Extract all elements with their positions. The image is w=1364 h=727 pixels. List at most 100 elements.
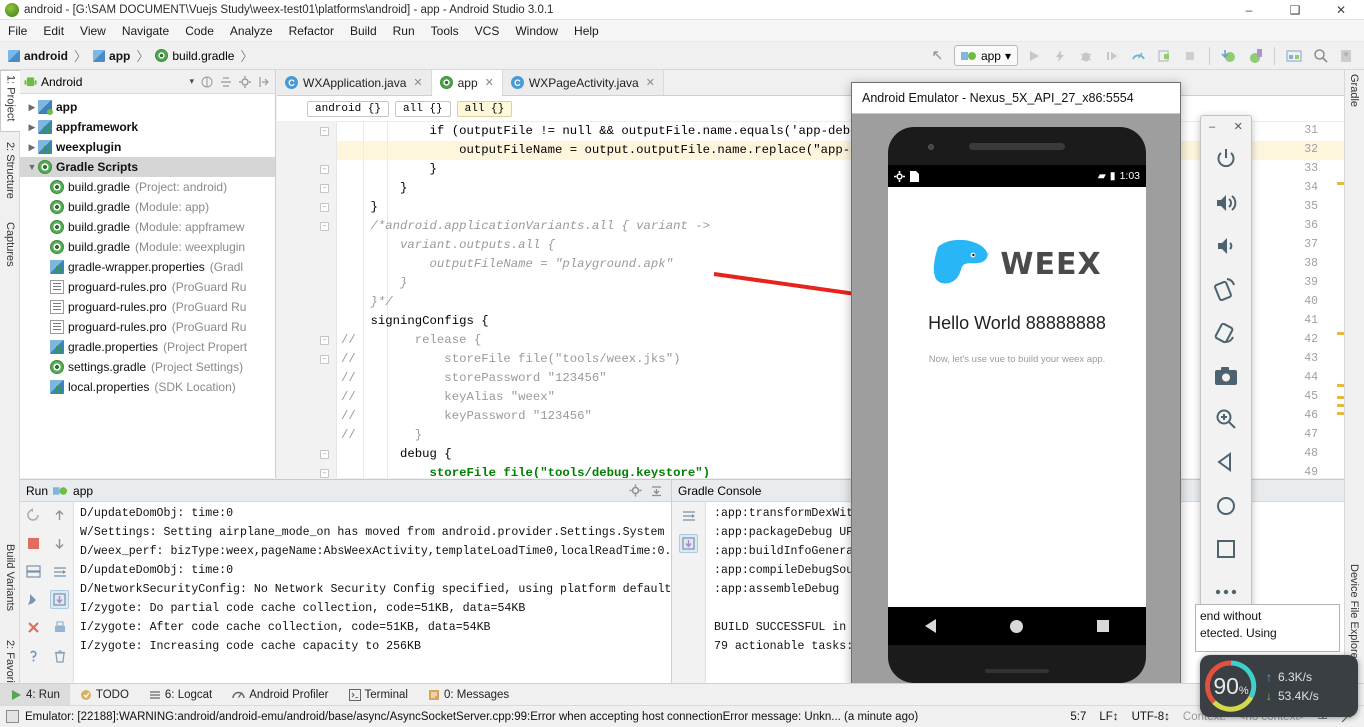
gear-icon[interactable] — [629, 484, 642, 497]
rotate-right-icon[interactable] — [1200, 311, 1252, 354]
tree-row-build-gradle-appframework[interactable]: build.gradle (Module: appframew — [20, 217, 275, 237]
menu-edit[interactable]: Edit — [35, 20, 72, 42]
hide-panel-icon[interactable] — [258, 76, 270, 88]
expand-arrow-icon[interactable]: ▶ — [26, 102, 38, 113]
tree-row-proguard-rules-1[interactable]: proguard-rules.pro (ProGuard Ru — [20, 277, 275, 297]
structure-chip-all-1[interactable]: all {} — [395, 100, 451, 117]
expand-arrow-icon[interactable]: ▶ — [26, 122, 38, 133]
scroll-to-end-icon[interactable] — [50, 590, 70, 609]
run-log-output[interactable]: D/updateDomObj: time:0 W/Settings: Setti… — [74, 502, 671, 684]
breadcrumb-item-build-gradle[interactable]: build.gradle 〉 — [155, 46, 259, 65]
tree-row-build-gradle-project[interactable]: build.gradle (Project: android) — [20, 177, 275, 197]
caret-position[interactable]: 5:7 — [1070, 711, 1086, 723]
layout-inspector-icon[interactable] — [1336, 46, 1356, 66]
line-separator-indicator[interactable]: LF↕ — [1099, 711, 1118, 723]
sidebar-item-build-variants[interactable]: Build Variants — [0, 540, 20, 630]
print-icon[interactable] — [50, 618, 69, 637]
maximize-button[interactable]: ❑ — [1272, 0, 1318, 20]
recents-square-icon[interactable] — [1097, 620, 1109, 632]
tab-app-build-gradle[interactable]: app ✕ — [431, 70, 503, 96]
tree-row-local-properties[interactable]: local.properties (SDK Location) — [20, 377, 275, 397]
marker-warning[interactable] — [1337, 412, 1344, 415]
chevron-down-icon[interactable]: ▾ — [189, 76, 194, 87]
code-editor[interactable]: 31 32 33 34 35 36 37 38 39 40 41 42 43 4… — [277, 122, 1344, 478]
help-icon[interactable] — [24, 646, 43, 665]
fold-marker[interactable]: – — [319, 183, 330, 194]
encoding-indicator[interactable]: UTF-8↕ — [1132, 711, 1170, 723]
marker-warning[interactable] — [1337, 384, 1344, 387]
stop-icon[interactable] — [1180, 46, 1200, 66]
tab-terminal[interactable]: Terminal — [339, 684, 418, 706]
apply-changes-icon[interactable] — [1050, 46, 1070, 66]
run-icon[interactable] — [1024, 46, 1044, 66]
sdk-manager-icon[interactable] — [1219, 46, 1239, 66]
screenshot-camera-icon[interactable] — [1200, 354, 1252, 397]
power-icon[interactable] — [1200, 138, 1252, 181]
sidebar-item-project[interactable]: 1: Project — [0, 70, 20, 132]
menu-view[interactable]: View — [72, 20, 114, 42]
fold-marker[interactable]: – — [319, 126, 330, 137]
zoom-icon[interactable] — [1200, 397, 1252, 440]
tab-run[interactable]: 4: Run — [0, 683, 70, 706]
sidebar-item-gradle[interactable]: Gradle — [1344, 70, 1364, 128]
hide-panel-icon[interactable] — [650, 484, 663, 497]
attach-debugger-icon[interactable] — [1154, 46, 1174, 66]
structure-chip-android[interactable]: android {} — [307, 100, 390, 117]
fold-marker[interactable]: – — [319, 468, 330, 478]
fold-marker[interactable]: – — [319, 335, 330, 346]
collapse-all-icon[interactable] — [201, 76, 213, 88]
tab-logcat[interactable]: 6: Logcat — [139, 684, 222, 706]
search-icon[interactable] — [1310, 46, 1330, 66]
minimize-button[interactable]: – — [1226, 0, 1272, 20]
tree-row-proguard-rules-3[interactable]: proguard-rules.pro (ProGuard Ru — [20, 317, 275, 337]
tree-row-gradle-wrapper-properties[interactable]: gradle-wrapper.properties (Gradl — [20, 257, 275, 277]
avd-manager-icon[interactable] — [1245, 46, 1265, 66]
menu-tools[interactable]: Tools — [423, 20, 467, 42]
scroll-to-end-icon[interactable] — [679, 534, 698, 553]
minimize-button[interactable]: – — [1209, 121, 1215, 133]
home-circle-icon[interactable] — [1010, 619, 1023, 633]
gear-icon[interactable] — [239, 75, 251, 88]
tree-row-proguard-rules-2[interactable]: proguard-rules.pro (ProGuard Ru — [20, 297, 275, 317]
pin-icon[interactable] — [24, 590, 43, 609]
sidebar-item-captures[interactable]: Captures — [0, 218, 20, 283]
tree-row-build-gradle-app[interactable]: build.gradle (Module: app) — [20, 197, 275, 217]
tree-row-weexplugin[interactable]: ▶ weexplugin — [20, 137, 275, 157]
marker-warning[interactable] — [1337, 332, 1344, 335]
sidebar-item-structure[interactable]: 2: Structure — [0, 138, 20, 212]
fold-marker[interactable]: – — [319, 164, 330, 175]
clear-all-icon[interactable] — [50, 646, 69, 665]
run-configuration-selector[interactable]: app ▾ — [953, 45, 1018, 66]
project-tree[interactable]: ▶ app ▶ appframework ▶ weexplugin ▼ Grad… — [20, 94, 275, 478]
back-arrow-icon[interactable] — [928, 46, 948, 66]
fold-marker[interactable]: – — [319, 221, 330, 232]
tree-row-appframework[interactable]: ▶ appframework — [20, 117, 275, 137]
tree-row-app[interactable]: ▶ app — [20, 97, 275, 117]
debug-icon[interactable] — [1076, 46, 1096, 66]
stop-icon[interactable] — [24, 534, 43, 553]
menu-navigate[interactable]: Navigate — [114, 20, 177, 42]
menu-file[interactable]: File — [0, 20, 35, 42]
home-icon[interactable] — [1200, 484, 1252, 527]
project-structure-icon[interactable] — [1284, 46, 1304, 66]
menu-help[interactable]: Help — [566, 20, 607, 42]
tab-wxpageactivity-java[interactable]: C WXPageActivity.java ✕ — [502, 70, 664, 95]
menu-analyze[interactable]: Analyze — [222, 20, 281, 42]
emulator-screen[interactable]: ▰ ▮ 1:03 WEEX Hello World 88888888 Now, … — [888, 165, 1146, 645]
menu-run[interactable]: Run — [385, 20, 423, 42]
close-icon[interactable] — [24, 618, 43, 637]
scroll-up-icon[interactable] — [50, 506, 69, 525]
tree-row-settings-gradle[interactable]: settings.gradle (Project Settings) — [20, 357, 275, 377]
menu-refactor[interactable]: Refactor — [281, 20, 342, 42]
structure-chip-all-2[interactable]: all {} — [456, 100, 513, 117]
breadcrumb-item-app[interactable]: app 〉 — [93, 46, 155, 65]
soft-wrap-icon[interactable] — [50, 562, 69, 581]
scroll-down-icon[interactable] — [50, 534, 69, 553]
close-button[interactable]: ✕ — [1318, 0, 1364, 20]
close-button[interactable]: ✕ — [1234, 120, 1243, 133]
editor-gutter[interactable] — [277, 122, 337, 478]
android-emulator-window[interactable]: Android Emulator - Nexus_5X_API_27_x86:5… — [851, 82, 1181, 696]
profiler-icon[interactable] — [1128, 46, 1148, 66]
close-icon[interactable]: ✕ — [646, 76, 655, 89]
rotate-left-icon[interactable] — [1200, 268, 1252, 311]
